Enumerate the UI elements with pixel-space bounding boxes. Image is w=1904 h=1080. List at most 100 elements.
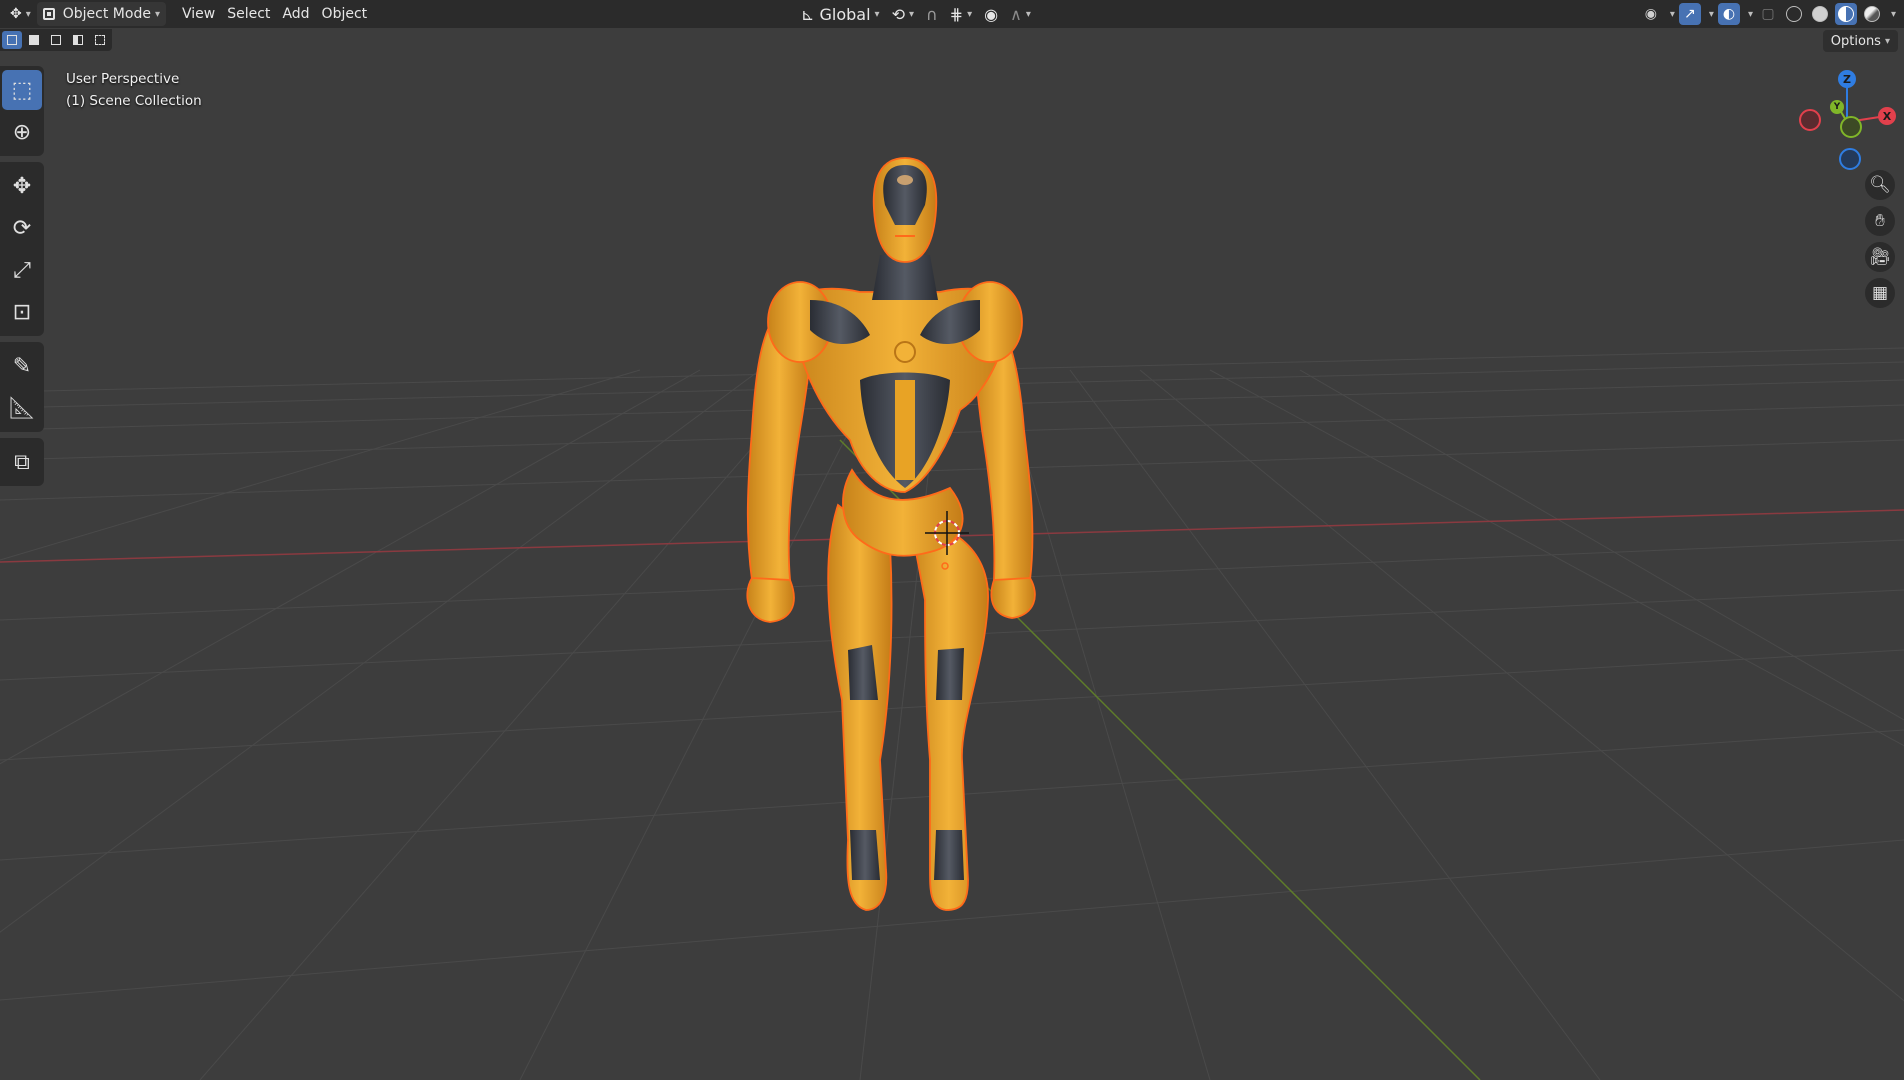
3d-viewport[interactable]	[0, 0, 1904, 1080]
pan-button[interactable]: ✋︎	[1865, 206, 1895, 236]
menu-object[interactable]: Object	[316, 2, 374, 26]
proportional-edit-icon: ◉	[984, 4, 999, 24]
tool-group-annotate: ✎ 📐︎	[0, 342, 44, 432]
navigation-controls: 🔍︎ ✋︎ 🎥︎ ▦	[1865, 170, 1895, 308]
transform-orientation-dropdown[interactable]: ⊾ Global ▾	[795, 2, 886, 26]
camera-icon: 🎥︎	[1869, 247, 1891, 267]
tool-select-box[interactable]: ⬚	[2, 70, 42, 110]
tool-add-cube[interactable]: ⧉	[2, 442, 42, 482]
select-new-icon	[7, 35, 17, 45]
zoom-magnifier-icon: 🔍︎	[1869, 175, 1891, 195]
tool-cursor[interactable]: ⊕	[2, 112, 42, 152]
tool-annotate[interactable]: ✎	[2, 346, 42, 386]
snap-toggle[interactable]: ∩	[920, 2, 944, 26]
object-mode-icon	[42, 8, 55, 20]
select-subtract-icon	[51, 35, 61, 45]
shading-material[interactable]	[1834, 3, 1857, 25]
options-dropdown[interactable]: Options ▾	[1822, 30, 1898, 52]
shading-rendered[interactable]	[1861, 3, 1883, 25]
falloff-curve-icon: ∧	[1010, 4, 1022, 24]
select-intersect-icon	[95, 35, 105, 45]
header-center-tools: ⊾ Global ▾ ⟲ ▾ ∩ ⋕ ▾ ◉ ∧ ▾	[795, 2, 1037, 26]
select-extend-icon	[29, 35, 39, 45]
solid-sphere-icon	[1811, 6, 1828, 22]
tool-group-add: ⧉	[0, 438, 44, 486]
viewport-info: User Perspective (1) Scene Collection	[66, 68, 202, 112]
hand-icon: ✋︎	[1875, 211, 1885, 231]
move-icon: ✥	[12, 173, 32, 199]
rotate-icon: ⟳	[12, 215, 32, 241]
view-name: User Perspective	[66, 71, 180, 87]
select-intersect-button[interactable]	[90, 31, 110, 49]
chevron-down-icon[interactable]: ▾	[1670, 9, 1675, 20]
tool-group-select: ⬚ ⊕	[0, 66, 44, 156]
select-new-button[interactable]	[2, 31, 22, 49]
eye-icon: ◉	[1644, 6, 1657, 22]
chevron-down-icon: ▾	[874, 8, 880, 20]
selection-mode-group	[0, 29, 112, 51]
add-cube-icon: ⧉	[14, 449, 30, 475]
xray-toggle[interactable]: ▢	[1757, 3, 1779, 25]
overlays-icon: ◐	[1722, 6, 1736, 22]
chevron-down-icon[interactable]: ▾	[1709, 9, 1714, 20]
chevron-down-icon[interactable]: ▾	[1748, 9, 1753, 20]
gizmo-x-axis[interactable]: X	[1878, 107, 1896, 125]
ortho-toggle-button[interactable]: ▦	[1865, 278, 1895, 308]
falloff-dropdown[interactable]: ∧ ▾	[1004, 2, 1037, 26]
robot-model[interactable]	[746, 157, 1036, 911]
snap-target-dropdown[interactable]: ⋕ ▾	[944, 2, 978, 26]
zoom-button[interactable]: 🔍︎	[1865, 170, 1895, 200]
gizmo-icon: ↗	[1684, 6, 1696, 22]
chevron-down-icon[interactable]: ▾	[1891, 9, 1896, 20]
tool-scale[interactable]: ⤢	[2, 250, 42, 290]
grid-perspective-icon: ▦	[1871, 283, 1889, 303]
proportional-edit-toggle[interactable]: ◉	[978, 2, 1004, 26]
gizmo-y-axis[interactable]: Y	[1830, 100, 1844, 114]
menu-select[interactable]: Select	[221, 2, 276, 26]
select-extend-button[interactable]	[24, 31, 44, 49]
camera-view-button[interactable]: 🎥︎	[1865, 242, 1895, 272]
editor-type-button[interactable]: ✥ ▾	[4, 2, 37, 26]
select-invert-icon	[73, 35, 83, 45]
tool-transform[interactable]: ⊡	[2, 292, 42, 332]
menu-add[interactable]: Add	[276, 2, 315, 26]
transform-icon: ⊡	[12, 299, 32, 325]
gizmo-neg-y[interactable]	[1840, 116, 1862, 138]
measure-icon: 📐︎	[8, 395, 36, 421]
snap-increment-icon: ⋕	[949, 4, 964, 24]
shading-solid[interactable]	[1809, 3, 1831, 25]
viewport-canvas[interactable]	[0, 0, 1904, 1080]
gizmo-toggle[interactable]: ↗	[1678, 3, 1701, 25]
orientation-label: Global	[819, 4, 871, 24]
mode-selector[interactable]: Object Mode ▾	[36, 2, 166, 26]
header-right-tools: ◉ ▾ ↗ ▾ ◐ ▾ ▢ ▾	[1640, 2, 1896, 26]
orientation-icon: ⊾	[801, 4, 815, 24]
select-box-icon: ⬚	[11, 77, 33, 103]
select-invert-button[interactable]	[68, 31, 88, 49]
rendered-sphere-icon	[1863, 6, 1880, 22]
xray-icon: ▢	[1761, 6, 1775, 22]
visibility-toggle[interactable]: ◉	[1640, 3, 1662, 25]
menu-view[interactable]: View	[176, 2, 221, 26]
navigation-gizmo[interactable]: Z X Y	[1790, 64, 1900, 174]
wireframe-sphere-icon	[1785, 6, 1802, 22]
chevron-down-icon: ▾	[908, 8, 915, 20]
chevron-down-icon: ▾	[1884, 35, 1890, 47]
options-label: Options	[1830, 33, 1881, 49]
shading-wireframe[interactable]	[1783, 3, 1805, 25]
pivot-point-dropdown[interactable]: ⟲ ▾	[886, 2, 920, 26]
active-collection: (1) Scene Collection	[66, 93, 202, 109]
scale-icon: ⤢	[13, 257, 31, 283]
tool-measure[interactable]: 📐︎	[2, 388, 42, 428]
magnet-icon: ∩	[926, 4, 938, 24]
overlays-toggle[interactable]: ◐	[1717, 3, 1740, 25]
mode-label: Object Mode	[62, 6, 151, 22]
select-subtract-button[interactable]	[46, 31, 66, 49]
tool-move[interactable]: ✥	[2, 166, 42, 206]
gizmo-neg-x[interactable]	[1799, 109, 1821, 131]
tool-rotate[interactable]: ⟳	[2, 208, 42, 248]
pivot-point-icon: ⟲	[891, 4, 905, 24]
gizmo-neg-z[interactable]	[1839, 148, 1861, 170]
gizmo-z-axis[interactable]: Z	[1838, 70, 1856, 88]
tool-shelf: ⬚ ⊕ ✥ ⟳ ⤢ ⊡ ✎ 📐︎ ⧉	[0, 66, 44, 492]
